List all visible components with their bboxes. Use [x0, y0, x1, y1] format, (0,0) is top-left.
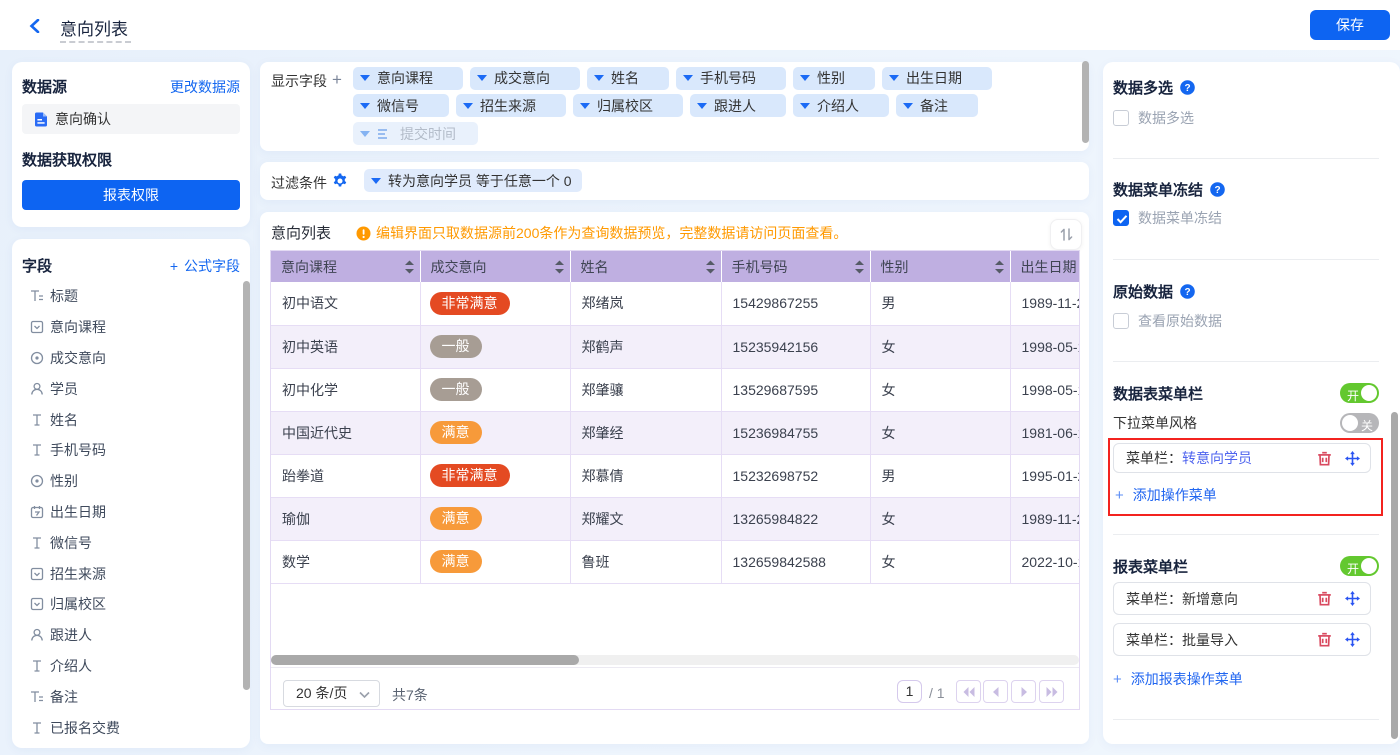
svg-text:?: ?	[1184, 287, 1190, 298]
svg-text:?: ?	[1184, 83, 1190, 94]
svg-text:?: ?	[1214, 185, 1220, 196]
